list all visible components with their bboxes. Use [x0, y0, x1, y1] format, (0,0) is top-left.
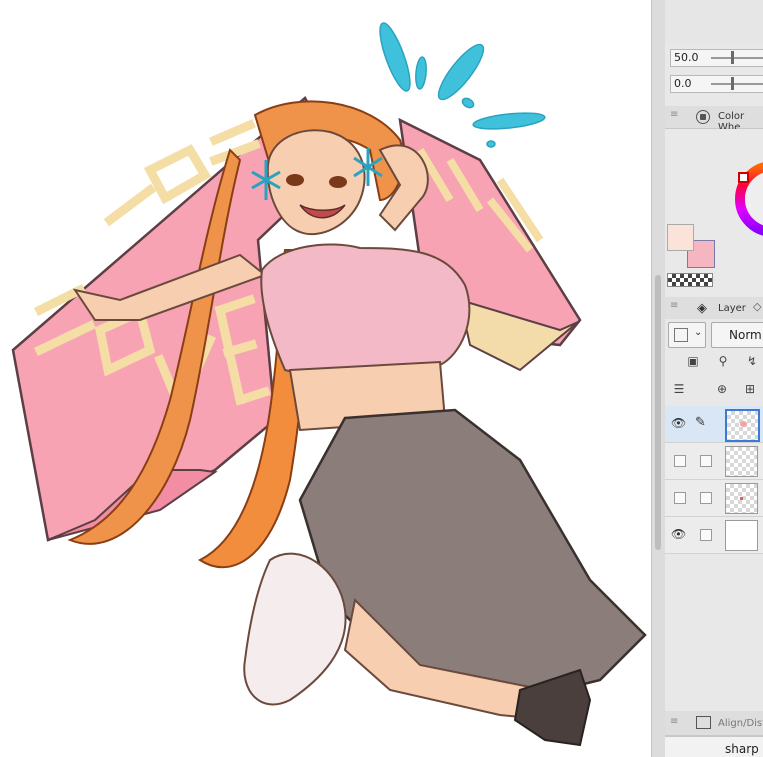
chevron-down-icon: ⌄ — [694, 327, 703, 338]
slider-2-track — [711, 83, 763, 85]
color-wheel[interactable] — [665, 129, 763, 294]
slider-1-value: 50.0 — [674, 51, 699, 64]
slider-2-knob[interactable] — [731, 77, 734, 90]
clip-layer-icon[interactable]: ↯ — [743, 352, 761, 370]
layer-row-3[interactable] — [665, 480, 763, 517]
slider-2-value: 0.0 — [674, 77, 692, 90]
transparent-color-swatch[interactable] — [667, 273, 713, 287]
drawing-canvas[interactable] — [0, 0, 651, 757]
slider-2[interactable]: 0.0 — [670, 75, 763, 93]
layer-thumbnail — [725, 483, 758, 514]
hue-marker — [738, 172, 749, 183]
align-panel-header[interactable]: ≡ Align/Dist — [665, 711, 763, 736]
align-icon — [696, 716, 711, 729]
layer-thumbnail — [725, 520, 758, 551]
bottom-field-value: sharp — [725, 742, 759, 756]
eye-icon[interactable]: 👁 — [671, 527, 686, 541]
blend-mode-select[interactable]: Norm — [711, 322, 763, 348]
layer-panel-header[interactable]: ≡ ◈ Layer ◇ — [665, 297, 763, 320]
new-layer-icon[interactable]: ⊕ — [713, 380, 731, 398]
layers-icon: ◈ — [697, 301, 707, 316]
layer-row-4[interactable]: 👁 — [665, 517, 763, 554]
layer-mask-icon[interactable]: ▣ — [684, 352, 702, 370]
pen-icon: ✎ — [695, 415, 706, 430]
layer-thumbnail — [725, 409, 760, 442]
slider-1-track — [711, 57, 763, 59]
tab-overflow-icon[interactable]: ◇ — [753, 300, 761, 313]
main-color-swatch[interactable] — [667, 224, 694, 251]
gripper-icon[interactable]: ≡ — [670, 110, 678, 120]
new-vector-layer-icon[interactable]: ⊞ — [741, 380, 759, 398]
layer-toolbar: ⌄ Norm ▣ ⚲ ↯ ☰ ⊕ ⊞ — [665, 319, 763, 405]
visibility-checkbox[interactable] — [674, 492, 686, 504]
layer-list-empty-area — [665, 554, 763, 711]
edit-checkbox[interactable] — [700, 529, 712, 541]
layer-row-1[interactable]: 👁 ✎ — [665, 406, 763, 443]
gripper-icon[interactable]: ≡ — [670, 301, 678, 311]
layer-tab-label: Layer — [718, 303, 746, 314]
bottom-field[interactable]: sharp — [665, 736, 763, 757]
canvas-scrollbar[interactable] — [651, 0, 666, 757]
edit-checkbox[interactable] — [700, 455, 712, 467]
layer-properties-icon[interactable]: ☰ — [670, 380, 688, 398]
sneakers — [243, 552, 347, 706]
scrollbar-thumb[interactable] — [655, 275, 661, 550]
layer-row-2[interactable] — [665, 443, 763, 480]
illustration — [11, 22, 647, 747]
slider-1-knob[interactable] — [731, 51, 734, 64]
color-wheel-header[interactable]: ≡ Color Whe — [665, 106, 763, 133]
align-panel-title: Align/Dist — [718, 718, 763, 729]
shirt — [260, 243, 471, 377]
blend-mode-value: Norm — [729, 328, 762, 342]
lighthouse-icon[interactable]: ⚲ — [714, 352, 732, 370]
tool-property-pane — [665, 0, 763, 44]
layer-color-dropdown[interactable]: ⌄ — [668, 322, 706, 348]
slider-1[interactable]: 50.0 — [670, 49, 763, 67]
eye-icon[interactable]: 👁 — [671, 416, 686, 430]
layer-thumbnail — [725, 446, 758, 477]
side-panel: 50.0 0.0 ≡ Color Whe ≡ ◈ Layer ◇ ⌄ Norm … — [665, 0, 763, 757]
color-wheel-body — [665, 129, 763, 294]
gripper-icon[interactable]: ≡ — [670, 717, 678, 727]
face — [266, 129, 366, 236]
visibility-checkbox[interactable] — [674, 455, 686, 467]
color-wheel-icon — [696, 110, 710, 124]
edit-checkbox[interactable] — [700, 492, 712, 504]
